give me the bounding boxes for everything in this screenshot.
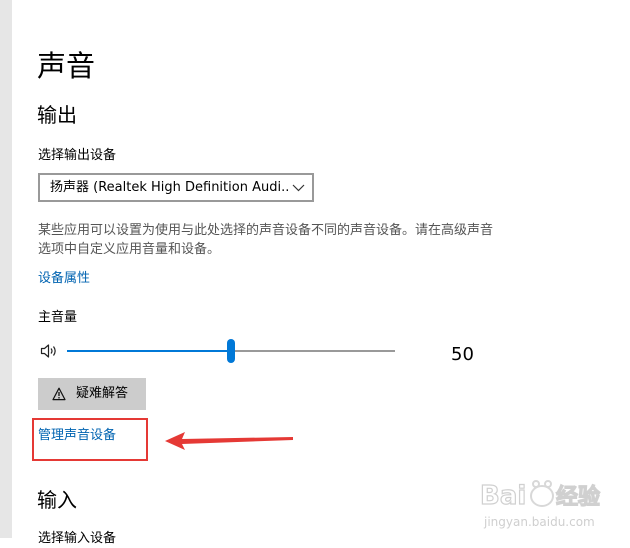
output-description: 某些应用可以设置为使用与此处选择的声音设备不同的声音设备。请在高级声音选项中自定…: [38, 223, 494, 257]
choose-output-device-label: 选择输出设备: [38, 148, 117, 163]
slider-thumb[interactable]: [227, 339, 235, 363]
output-section-title: 输出: [37, 103, 77, 127]
svg-text:Bai: Bai: [480, 481, 526, 511]
chevron-down-icon: [292, 184, 305, 192]
output-device-dropdown[interactable]: 扬声器 (Realtek High Definition Audi...: [38, 173, 314, 202]
baidu-watermark-logo: Bai 经验 jingyan.baidu.com: [479, 480, 601, 529]
svg-text:经验: 经验: [556, 484, 600, 510]
choose-input-device-label: 选择输入设备: [38, 531, 117, 546]
troubleshoot-button[interactable]: 疑难解答: [38, 378, 146, 410]
output-device-value: 扬声器 (Realtek High Definition Audi...: [50, 180, 290, 195]
warning-icon: [52, 387, 66, 401]
device-properties-link[interactable]: 设备属性: [38, 270, 90, 288]
speaker-icon: [40, 344, 56, 358]
annotation-highlight-box: [32, 418, 148, 461]
master-volume-label: 主音量: [38, 310, 78, 325]
slider-track-fill: [67, 350, 231, 352]
page-title: 声音: [37, 49, 96, 83]
annotation-arrow: [165, 432, 293, 450]
window-left-edge: [0, 0, 12, 538]
input-section-title: 输入: [37, 488, 77, 512]
master-volume-slider[interactable]: [67, 339, 395, 363]
troubleshoot-label: 疑难解答: [76, 386, 129, 401]
svg-text:jingyan.baidu.com: jingyan.baidu.com: [483, 515, 595, 529]
volume-value: 50: [451, 344, 474, 365]
